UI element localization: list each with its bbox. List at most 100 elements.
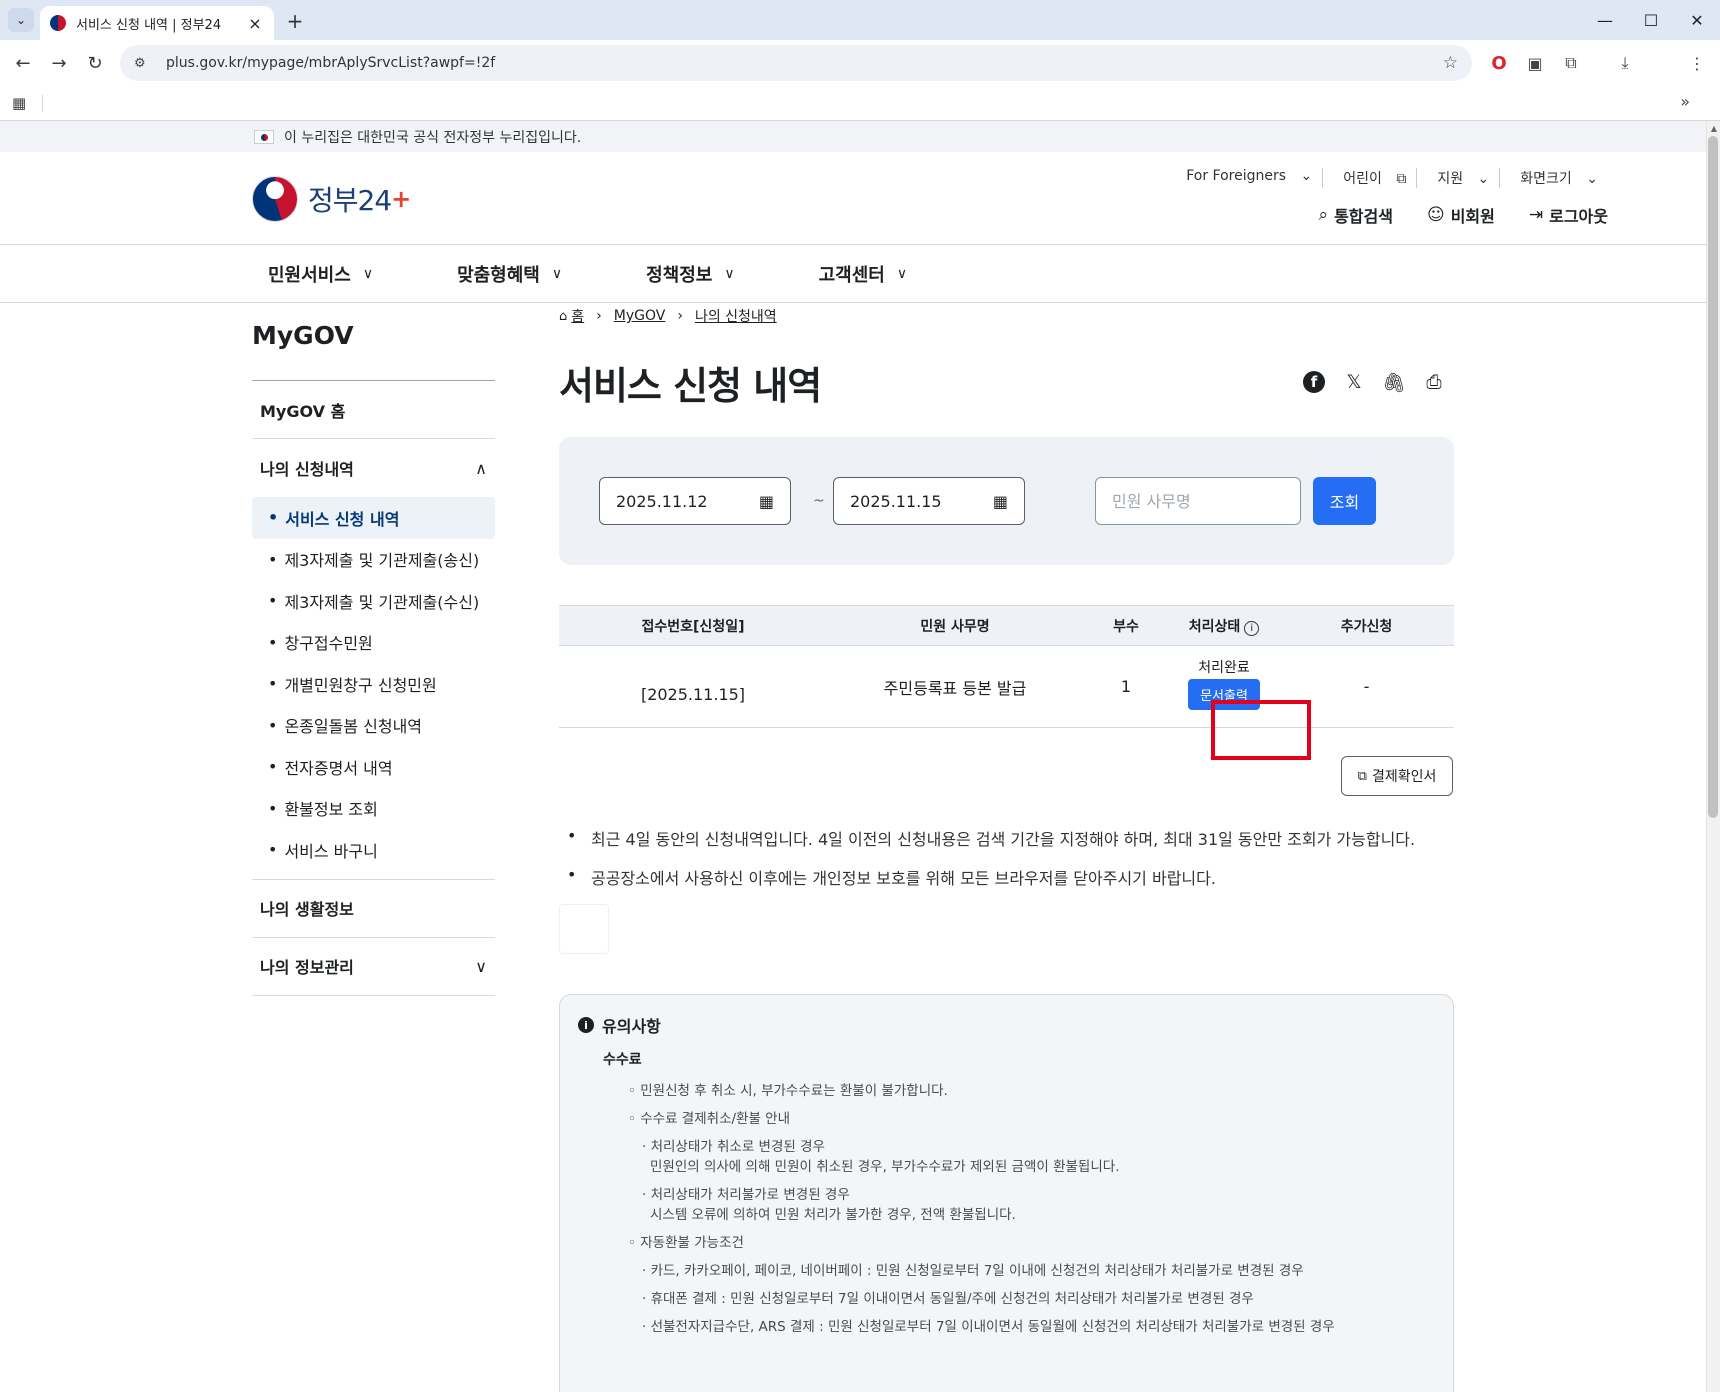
notice-title: i 유의사항 — [578, 1013, 1435, 1037]
opera-extension-icon[interactable]: O — [1486, 50, 1512, 76]
scrollbar-thumb[interactable] — [1708, 136, 1718, 818]
korea-flag-icon — [254, 129, 274, 144]
bookmarks-divider — [42, 95, 43, 112]
col-header-extra: 추가신청 — [1279, 605, 1454, 646]
site-logo[interactable]: 정부24 + — [252, 176, 411, 222]
sidebar-submenu: 서비스 신청 내역 제3자제출 및 기관제출(송신) 제3자제출 및 기관제출(… — [252, 497, 495, 880]
notice-line: · 카드, 카카오페이, 페이코, 네이버페이 : 민원 신청일로부터 7일 이… — [642, 1263, 1304, 1279]
link-support[interactable]: 지원 ⌄ — [1416, 168, 1499, 188]
sidebar-item-service-applications[interactable]: 서비스 신청 내역 — [252, 497, 495, 539]
address-bar[interactable]: ⚙ plus.gov.kr/mypage/mbrAplySrvcList?awp… — [120, 45, 1472, 81]
col-header-regno: 접수번호[신청일] — [559, 605, 827, 646]
browser-tab[interactable]: 서비스 신청 내역 | 정부24 × — [40, 6, 274, 40]
facebook-icon[interactable]: f — [1303, 370, 1325, 393]
cast-extension-icon[interactable]: ▣ — [1522, 50, 1548, 76]
x-twitter-icon[interactable]: 𝕏 — [1334, 371, 1374, 394]
minimize-button[interactable]: — — [1582, 6, 1628, 34]
notice-line: ◦ 민원신청 후 취소 시, 부가수수료는 환불이 불가합니다. — [628, 1083, 948, 1099]
cell-name: 주민등록표 등본 발급 — [827, 645, 1083, 728]
search-icon: ⌕ — [1318, 205, 1329, 225]
site-header: 정부24 + For Foreigners ⌄ 어린이 ⧉ 지원 ⌄ 화면크기 … — [0, 152, 1706, 245]
gnb-menu-customer-center[interactable]: 고객센터 ∨ — [803, 245, 924, 302]
close-window-button[interactable]: ✕ — [1674, 6, 1720, 34]
sidebar-item-refund-info[interactable]: 환불정보 조회 — [252, 788, 495, 830]
non-member-link[interactable]: ☺ 비회원 — [1427, 203, 1495, 227]
cell-regno: [2025.11.15] — [559, 645, 827, 728]
sidebar-item-third-party-received[interactable]: 제3자제출 및 기관제출(수신) — [252, 580, 495, 622]
start-date-input[interactable]: 2025.11.12 ▦ — [599, 477, 791, 525]
forward-arrow-icon[interactable]: → — [46, 50, 72, 76]
calendar-icon[interactable]: ▦ — [759, 492, 774, 511]
sidebar-item-third-party-sent[interactable]: 제3자제출 및 기관제출(송신) — [252, 539, 495, 581]
download-icon[interactable]: ⤓ — [1612, 50, 1638, 76]
apps-grid-icon[interactable]: ▦ — [12, 94, 26, 112]
bookmarks-overflow-icon[interactable]: » — [1680, 92, 1690, 111]
gov-emblem-icon — [252, 176, 298, 222]
end-date-input[interactable]: 2025.11.15 ▦ — [833, 477, 1025, 525]
notice-line: ◦ 수수료 결제취소/환불 안내 — [628, 1111, 791, 1127]
sidebar-item-all-day-care[interactable]: 온종일돌봄 신청내역 — [252, 705, 495, 747]
tab-close-icon[interactable]: × — [246, 14, 264, 33]
sidebar-section-info-management[interactable]: 나의 정보관리 ∨ — [252, 938, 495, 996]
sidebar-item-individual-counter[interactable]: 개별민원창구 신청민원 — [252, 663, 495, 705]
chevron-right-icon: › — [596, 308, 602, 324]
sidebar-section-my-applications[interactable]: 나의 신청내역 ∧ — [252, 439, 495, 497]
sidebar-item-e-certificate[interactable]: 전자증명서 내역 — [252, 746, 495, 788]
reload-icon[interactable]: ↻ — [82, 50, 108, 76]
integrated-search-link[interactable]: ⌕ 통합검색 — [1319, 203, 1393, 227]
logout-link[interactable]: ⇥ 로그아웃 — [1529, 203, 1608, 227]
sidebar-item-mygov-home[interactable]: MyGOV 홈 — [252, 381, 495, 439]
list-item: 최근 4일 동안의 신청내역입니다. 4일 이전의 신청내용은 검색 기간을 지… — [567, 826, 1454, 850]
notice-line: · 휴대폰 결제 : 민원 신청일로부터 7일 이내이면서 동일월/주에 신청건… — [642, 1291, 1254, 1307]
browser-menu-icon[interactable]: ⋮ — [1684, 50, 1710, 76]
gov-favicon-icon — [50, 15, 66, 31]
blank-placeholder — [559, 904, 609, 954]
notice-line: 민원인의 의사에 의해 민원이 취소된 경우, 부가수수료가 제외된 금액이 환… — [650, 1159, 1120, 1175]
extensions-puzzle-icon[interactable]: ⧉ — [1558, 50, 1584, 76]
breadcrumb-mygov[interactable]: MyGOV — [614, 308, 666, 324]
bookmark-star-icon[interactable]: ☆ — [1443, 53, 1458, 73]
logout-icon: ⇥ — [1528, 205, 1544, 225]
print-icon[interactable]: ⎙ — [1414, 371, 1454, 394]
utility-links: For Foreigners ⌄ 어린이 ⧉ 지원 ⌄ 화면크기 ⌄ — [1166, 168, 1608, 188]
maximize-button[interactable]: ☐ — [1628, 6, 1674, 34]
sidebar-section-life-info[interactable]: 나의 생활정보 — [252, 880, 495, 938]
back-arrow-icon[interactable]: ← — [10, 50, 36, 76]
link-kids[interactable]: 어린이 ⧉ — [1322, 168, 1416, 188]
share-icons: f 𝕏 🖇 ⎙ — [1294, 370, 1454, 394]
gnb-menu-policy-info[interactable]: 정책정보 ∨ — [630, 245, 751, 302]
scroll-up-arrow-icon[interactable]: ▲ — [1711, 124, 1717, 133]
tab-title: 서비스 신청 내역 | 정부24 — [76, 17, 222, 33]
chevron-up-icon: ∧ — [475, 458, 487, 478]
breadcrumb-home[interactable]: 홈 — [571, 306, 584, 326]
site-info-icon[interactable]: ⚙ — [134, 56, 154, 71]
new-tab-button[interactable]: + — [282, 8, 308, 34]
civil-service-name-input[interactable] — [1095, 477, 1301, 525]
url-text: plus.gov.kr/mypage/mbrAplySrvcList?awpf=… — [166, 55, 496, 71]
sidebar-title: MyGOV — [252, 303, 495, 381]
tab-list-button[interactable]: ⌄ — [8, 8, 34, 32]
breadcrumb-my-applications[interactable]: 나의 신청내역 — [695, 306, 777, 326]
main-navigation: 민원서비스 ∨ 맞춤형혜택 ∨ 정책정보 ∨ 고객센터 ∨ — [0, 245, 1706, 303]
calendar-icon[interactable]: ▦ — [993, 492, 1008, 511]
browser-toolbar: ← → ↻ ⚙ plus.gov.kr/mypage/mbrAplySrvcLi… — [0, 40, 1720, 86]
gnb-menu-custom-benefits[interactable]: 맞춤형혜택 ∨ — [441, 245, 578, 302]
sidebar-item-service-basket[interactable]: 서비스 바구니 — [252, 829, 495, 871]
list-item: 공공장소에서 사용하신 이후에는 개인정보 보호를 위해 모든 브라우저를 닫아… — [567, 865, 1454, 889]
sidebar-item-counter-civil[interactable]: 창구접수민원 — [252, 622, 495, 664]
payment-receipt-button[interactable]: ⧉ 결제확인서 — [1341, 756, 1453, 796]
tab-strip: ⌄ 서비스 신청 내역 | 정부24 × + — ☐ ✕ — [0, 0, 1720, 40]
notes-list: 최근 4일 동안의 신청내역입니다. 4일 이전의 신청내용은 검색 기간을 지… — [559, 826, 1454, 889]
logo-plus-icon: + — [391, 185, 412, 213]
link-clip-icon[interactable]: 🖇 — [1374, 371, 1414, 394]
notice-box: i 유의사항 수수료 ◦ 민원신청 후 취소 시, 부가수수료는 환불이 불가합… — [559, 994, 1454, 1392]
link-screen-size[interactable]: 화면크기 ⌄ — [1499, 168, 1608, 188]
gnb-menu-civil-service[interactable]: 민원서비스 ∨ — [252, 245, 389, 302]
search-button[interactable]: 조회 — [1313, 477, 1376, 525]
cell-copies: 1 — [1083, 645, 1169, 728]
home-icon: ⌂ — [559, 308, 568, 324]
chevron-right-icon: › — [677, 308, 683, 324]
link-for-foreigners[interactable]: For Foreigners ⌄ — [1166, 168, 1322, 188]
red-highlight-annotation — [1211, 700, 1311, 760]
info-icon[interactable]: i — [1244, 620, 1260, 636]
